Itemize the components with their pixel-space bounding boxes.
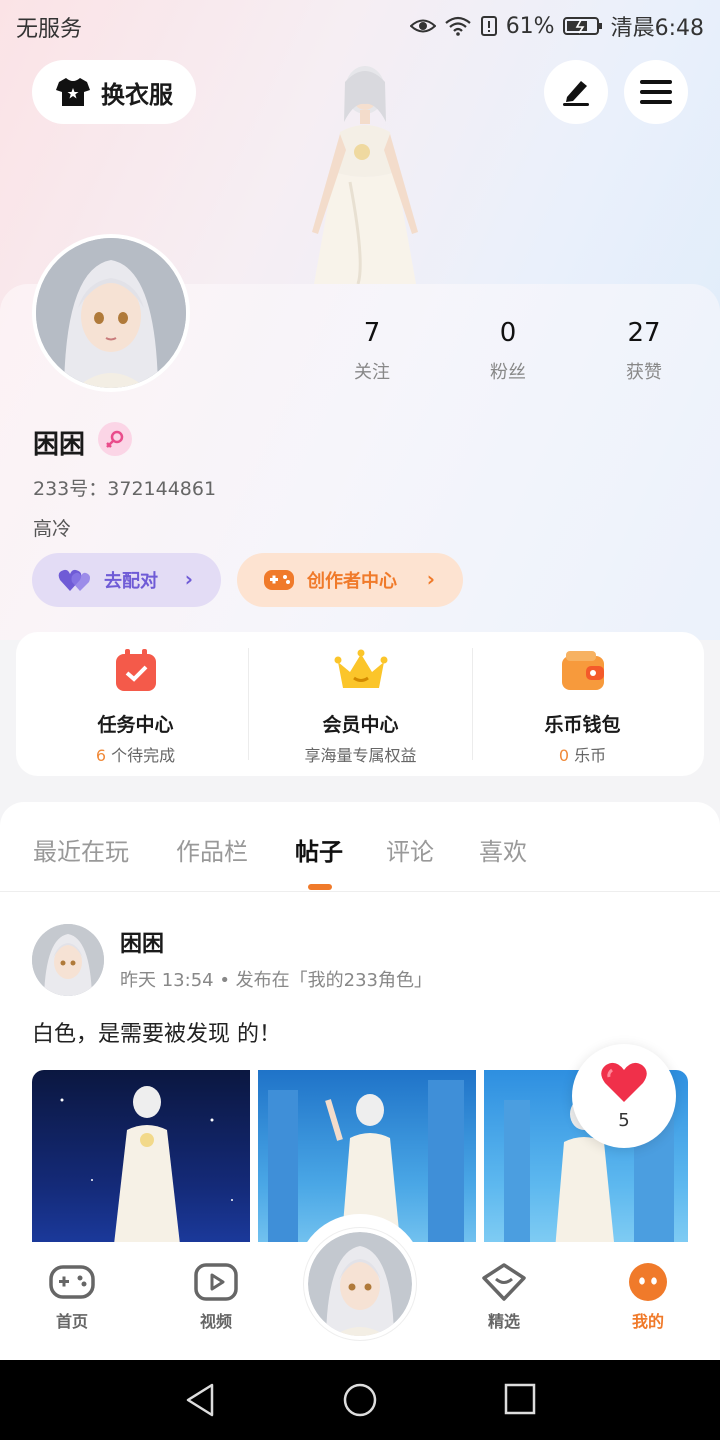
following-count: 7 xyxy=(363,318,381,348)
battery-icon xyxy=(562,17,602,35)
post-author-avatar[interactable] xyxy=(32,924,104,996)
following-label: 关注 xyxy=(354,362,390,383)
hamburger-menu-icon xyxy=(640,80,672,104)
user-id: 233号：372144861 xyxy=(33,478,217,500)
tshirt-icon xyxy=(56,78,90,106)
likes-count: 27 xyxy=(627,318,661,348)
change-outfit-label: 换衣服 xyxy=(101,80,173,109)
like-count: 5 xyxy=(618,1110,630,1131)
wallet-balance: 0 xyxy=(558,746,570,765)
nav-avatar-center[interactable] xyxy=(304,1228,416,1340)
post-meta: 昨天 13:54 • 发布在「我的233角色」 xyxy=(120,970,433,991)
user-bio: 高冷 xyxy=(33,518,72,540)
nav-me[interactable]: 我的 xyxy=(608,1262,688,1332)
chevron-right-icon: › xyxy=(426,567,435,591)
eye-icon xyxy=(409,19,436,33)
crown-icon xyxy=(334,649,388,688)
heart-icon xyxy=(601,1062,647,1102)
female-gender-icon xyxy=(98,422,132,456)
task-pending-suffix: 个待完成 xyxy=(106,746,176,765)
active-tab-indicator xyxy=(308,884,332,890)
heart-chat-icon xyxy=(482,1263,526,1301)
creator-center-button[interactable]: 创作者中心 › xyxy=(237,553,463,607)
calendar-check-icon xyxy=(116,649,156,691)
match-label: 去配对 xyxy=(104,571,158,592)
home-icon[interactable] xyxy=(342,1382,378,1418)
wallet-balance-suffix: 乐币 xyxy=(569,746,607,765)
nav-video-label: 视频 xyxy=(199,1312,232,1331)
double-heart-icon xyxy=(58,569,90,591)
wallet-title: 乐币钱包 xyxy=(544,714,621,736)
followers-count: 0 xyxy=(499,318,517,348)
task-center-title: 任务中心 xyxy=(97,714,174,736)
recents-icon[interactable] xyxy=(504,1382,536,1416)
nav-home[interactable]: 首页 xyxy=(32,1262,112,1332)
profile-avatar[interactable] xyxy=(32,234,190,392)
profile-username: 困困 xyxy=(33,430,86,460)
content-panel: 最近在玩 作品栏 帖子 评论 喜欢 困困 昨天 13:54 • 发布在「我的23… xyxy=(0,802,720,1262)
wifi-icon xyxy=(444,16,471,36)
wallet-icon xyxy=(562,651,604,690)
services-card: 任务中心 6 个待完成 会员中心 享海量专属权益 乐币钱包 0 乐币 xyxy=(16,632,704,776)
stat-following[interactable]: 7 关注 xyxy=(312,318,432,384)
creator-center-label: 创作者中心 xyxy=(307,571,397,592)
battery-percent: 61% xyxy=(505,13,555,39)
chevron-right-icon: › xyxy=(184,567,193,591)
task-center-entry[interactable]: 任务中心 6 个待完成 xyxy=(21,632,250,776)
tab-likes[interactable]: 喜欢 xyxy=(479,832,527,867)
profile-tabs: 最近在玩 作品栏 帖子 评论 喜欢 xyxy=(0,802,720,892)
edit-profile-button[interactable] xyxy=(544,60,608,124)
post-image[interactable] xyxy=(32,1070,250,1262)
wallet-entry[interactable]: 乐币钱包 0 乐币 xyxy=(468,632,697,776)
carrier-text: 无服务 xyxy=(16,17,83,42)
back-icon[interactable] xyxy=(184,1382,218,1418)
nav-video[interactable]: 视频 xyxy=(176,1262,256,1332)
nav-me-label: 我的 xyxy=(631,1312,664,1331)
stat-followers[interactable]: 0 粉丝 xyxy=(448,318,568,384)
pen-icon xyxy=(563,81,589,106)
change-outfit-button[interactable]: 换衣服 xyxy=(32,60,196,124)
tab-posts[interactable]: 帖子 xyxy=(295,832,343,867)
nav-home-label: 首页 xyxy=(55,1312,88,1331)
post-author-name[interactable]: 困困 xyxy=(120,926,164,958)
likes-label: 获赞 xyxy=(626,362,662,383)
like-button[interactable]: 5 xyxy=(572,1044,676,1148)
me-face-icon xyxy=(629,1263,667,1301)
gamepad-icon xyxy=(49,1265,95,1299)
followers-label: 粉丝 xyxy=(490,362,526,383)
vip-center-title: 会员中心 xyxy=(322,714,399,736)
battery-alert-icon xyxy=(480,16,497,36)
system-navigation-bar xyxy=(0,1360,720,1440)
stat-likes[interactable]: 27 获赞 xyxy=(584,318,704,384)
menu-button[interactable] xyxy=(624,60,688,124)
video-play-icon xyxy=(194,1263,238,1301)
tab-recently-played[interactable]: 最近在玩 xyxy=(33,832,129,867)
vip-center-entry[interactable]: 会员中心 享海量专属权益 xyxy=(246,632,475,776)
nav-featured[interactable]: 精选 xyxy=(464,1262,544,1332)
clock-text: 清晨6:48 xyxy=(610,16,704,41)
task-pending-count: 6 xyxy=(95,746,107,765)
nav-featured-label: 精选 xyxy=(487,1312,520,1331)
vip-center-subtitle: 享海量专属权益 xyxy=(304,746,417,765)
gamepad-icon xyxy=(264,570,294,590)
post-text: 白色，是需要被发现 的！ xyxy=(32,1022,281,1047)
status-bar: 无服务 61% 清晨6:48 xyxy=(0,0,720,50)
tab-comments[interactable]: 评论 xyxy=(386,832,434,867)
match-button[interactable]: 去配对 › xyxy=(32,553,221,607)
avatar-character-figure[interactable] xyxy=(290,62,440,285)
tab-works[interactable]: 作品栏 xyxy=(176,832,248,867)
